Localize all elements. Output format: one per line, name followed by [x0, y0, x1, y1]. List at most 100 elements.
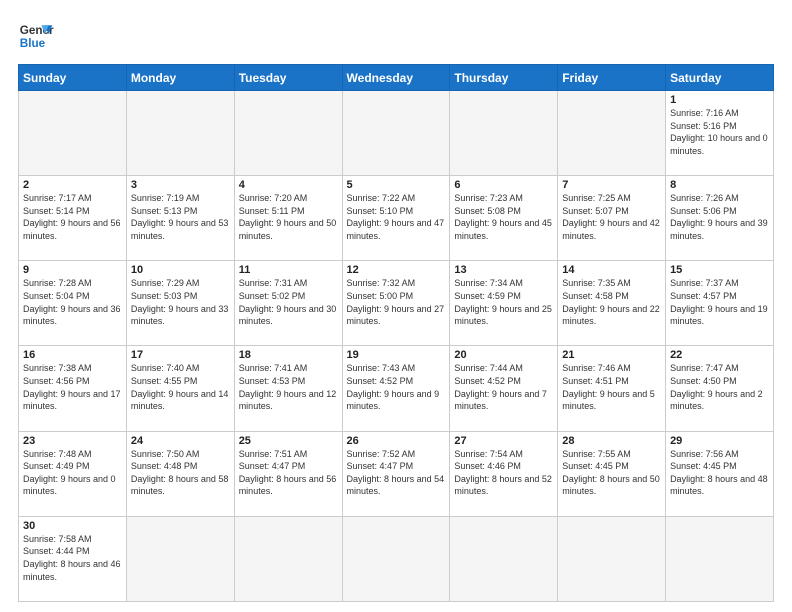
header-wednesday: Wednesday: [342, 65, 450, 91]
page: General Blue Sunday Monday Tuesday Wedne…: [0, 0, 792, 612]
calendar-week-row: 23Sunrise: 7:48 AMSunset: 4:49 PMDayligh…: [19, 431, 774, 516]
day-info: Sunrise: 7:31 AMSunset: 5:02 PMDaylight:…: [239, 277, 338, 327]
day-number: 14: [562, 264, 661, 276]
day-number: 12: [347, 264, 446, 276]
day-info: Sunrise: 7:47 AMSunset: 4:50 PMDaylight:…: [670, 362, 769, 412]
day-number: 1: [670, 94, 769, 106]
day-info: Sunrise: 7:58 AMSunset: 4:44 PMDaylight:…: [23, 533, 122, 583]
day-info: Sunrise: 7:48 AMSunset: 4:49 PMDaylight:…: [23, 448, 122, 498]
day-number: 18: [239, 349, 338, 361]
day-number: 7: [562, 179, 661, 191]
calendar-cell: 12Sunrise: 7:32 AMSunset: 5:00 PMDayligh…: [342, 261, 450, 346]
day-number: 25: [239, 435, 338, 447]
calendar-cell: 22Sunrise: 7:47 AMSunset: 4:50 PMDayligh…: [666, 346, 774, 431]
calendar-cell: 8Sunrise: 7:26 AMSunset: 5:06 PMDaylight…: [666, 176, 774, 261]
day-number: 17: [131, 349, 230, 361]
calendar-cell: 16Sunrise: 7:38 AMSunset: 4:56 PMDayligh…: [19, 346, 127, 431]
calendar-cell: 18Sunrise: 7:41 AMSunset: 4:53 PMDayligh…: [234, 346, 342, 431]
calendar-cell: [666, 516, 774, 601]
day-info: Sunrise: 7:25 AMSunset: 5:07 PMDaylight:…: [562, 192, 661, 242]
calendar-cell: [342, 91, 450, 176]
header-monday: Monday: [126, 65, 234, 91]
calendar-cell: 9Sunrise: 7:28 AMSunset: 5:04 PMDaylight…: [19, 261, 127, 346]
calendar-cell: 29Sunrise: 7:56 AMSunset: 4:45 PMDayligh…: [666, 431, 774, 516]
day-number: 19: [347, 349, 446, 361]
calendar-cell: 10Sunrise: 7:29 AMSunset: 5:03 PMDayligh…: [126, 261, 234, 346]
calendar-cell: [126, 91, 234, 176]
day-info: Sunrise: 7:41 AMSunset: 4:53 PMDaylight:…: [239, 362, 338, 412]
day-number: 28: [562, 435, 661, 447]
day-number: 15: [670, 264, 769, 276]
logo-icon: General Blue: [18, 18, 54, 54]
day-number: 16: [23, 349, 122, 361]
calendar-week-row: 2Sunrise: 7:17 AMSunset: 5:14 PMDaylight…: [19, 176, 774, 261]
day-info: Sunrise: 7:17 AMSunset: 5:14 PMDaylight:…: [23, 192, 122, 242]
day-number: 9: [23, 264, 122, 276]
day-number: 6: [454, 179, 553, 191]
day-number: 11: [239, 264, 338, 276]
header-sunday: Sunday: [19, 65, 127, 91]
day-info: Sunrise: 7:51 AMSunset: 4:47 PMDaylight:…: [239, 448, 338, 498]
calendar-table: Sunday Monday Tuesday Wednesday Thursday…: [18, 64, 774, 602]
day-info: Sunrise: 7:43 AMSunset: 4:52 PMDaylight:…: [347, 362, 446, 412]
calendar-cell: 19Sunrise: 7:43 AMSunset: 4:52 PMDayligh…: [342, 346, 450, 431]
day-info: Sunrise: 7:32 AMSunset: 5:00 PMDaylight:…: [347, 277, 446, 327]
day-info: Sunrise: 7:35 AMSunset: 4:58 PMDaylight:…: [562, 277, 661, 327]
day-info: Sunrise: 7:54 AMSunset: 4:46 PMDaylight:…: [454, 448, 553, 498]
calendar-cell: 14Sunrise: 7:35 AMSunset: 4:58 PMDayligh…: [558, 261, 666, 346]
day-info: Sunrise: 7:40 AMSunset: 4:55 PMDaylight:…: [131, 362, 230, 412]
calendar-cell: 13Sunrise: 7:34 AMSunset: 4:59 PMDayligh…: [450, 261, 558, 346]
calendar-cell: [126, 516, 234, 601]
calendar-cell: 24Sunrise: 7:50 AMSunset: 4:48 PMDayligh…: [126, 431, 234, 516]
day-info: Sunrise: 7:56 AMSunset: 4:45 PMDaylight:…: [670, 448, 769, 498]
day-number: 27: [454, 435, 553, 447]
day-number: 30: [23, 520, 122, 532]
calendar-cell: 30Sunrise: 7:58 AMSunset: 4:44 PMDayligh…: [19, 516, 127, 601]
calendar-cell: 23Sunrise: 7:48 AMSunset: 4:49 PMDayligh…: [19, 431, 127, 516]
svg-text:Blue: Blue: [20, 37, 46, 50]
calendar-cell: 15Sunrise: 7:37 AMSunset: 4:57 PMDayligh…: [666, 261, 774, 346]
logo: General Blue: [18, 18, 54, 54]
calendar-week-row: 9Sunrise: 7:28 AMSunset: 5:04 PMDaylight…: [19, 261, 774, 346]
calendar-week-row: 30Sunrise: 7:58 AMSunset: 4:44 PMDayligh…: [19, 516, 774, 601]
calendar-cell: 20Sunrise: 7:44 AMSunset: 4:52 PMDayligh…: [450, 346, 558, 431]
day-info: Sunrise: 7:29 AMSunset: 5:03 PMDaylight:…: [131, 277, 230, 327]
calendar-cell: 3Sunrise: 7:19 AMSunset: 5:13 PMDaylight…: [126, 176, 234, 261]
day-number: 23: [23, 435, 122, 447]
day-number: 4: [239, 179, 338, 191]
calendar-week-row: 1Sunrise: 7:16 AMSunset: 5:16 PMDaylight…: [19, 91, 774, 176]
day-number: 2: [23, 179, 122, 191]
calendar-cell: 27Sunrise: 7:54 AMSunset: 4:46 PMDayligh…: [450, 431, 558, 516]
calendar-cell: 11Sunrise: 7:31 AMSunset: 5:02 PMDayligh…: [234, 261, 342, 346]
calendar-cell: 7Sunrise: 7:25 AMSunset: 5:07 PMDaylight…: [558, 176, 666, 261]
calendar-week-row: 16Sunrise: 7:38 AMSunset: 4:56 PMDayligh…: [19, 346, 774, 431]
header-tuesday: Tuesday: [234, 65, 342, 91]
calendar-header-row: Sunday Monday Tuesday Wednesday Thursday…: [19, 65, 774, 91]
day-info: Sunrise: 7:55 AMSunset: 4:45 PMDaylight:…: [562, 448, 661, 498]
day-info: Sunrise: 7:52 AMSunset: 4:47 PMDaylight:…: [347, 448, 446, 498]
calendar-cell: [558, 91, 666, 176]
day-info: Sunrise: 7:46 AMSunset: 4:51 PMDaylight:…: [562, 362, 661, 412]
day-number: 21: [562, 349, 661, 361]
calendar-cell: 4Sunrise: 7:20 AMSunset: 5:11 PMDaylight…: [234, 176, 342, 261]
day-number: 26: [347, 435, 446, 447]
day-number: 22: [670, 349, 769, 361]
day-info: Sunrise: 7:37 AMSunset: 4:57 PMDaylight:…: [670, 277, 769, 327]
day-number: 3: [131, 179, 230, 191]
calendar-cell: [19, 91, 127, 176]
day-info: Sunrise: 7:50 AMSunset: 4:48 PMDaylight:…: [131, 448, 230, 498]
calendar-cell: 28Sunrise: 7:55 AMSunset: 4:45 PMDayligh…: [558, 431, 666, 516]
day-info: Sunrise: 7:20 AMSunset: 5:11 PMDaylight:…: [239, 192, 338, 242]
header-thursday: Thursday: [450, 65, 558, 91]
day-info: Sunrise: 7:44 AMSunset: 4:52 PMDaylight:…: [454, 362, 553, 412]
calendar-cell: [450, 516, 558, 601]
day-number: 24: [131, 435, 230, 447]
calendar-cell: [342, 516, 450, 601]
calendar-cell: [234, 516, 342, 601]
calendar-cell: 26Sunrise: 7:52 AMSunset: 4:47 PMDayligh…: [342, 431, 450, 516]
calendar-cell: [558, 516, 666, 601]
day-number: 8: [670, 179, 769, 191]
calendar-cell: [234, 91, 342, 176]
day-info: Sunrise: 7:38 AMSunset: 4:56 PMDaylight:…: [23, 362, 122, 412]
calendar-cell: [450, 91, 558, 176]
